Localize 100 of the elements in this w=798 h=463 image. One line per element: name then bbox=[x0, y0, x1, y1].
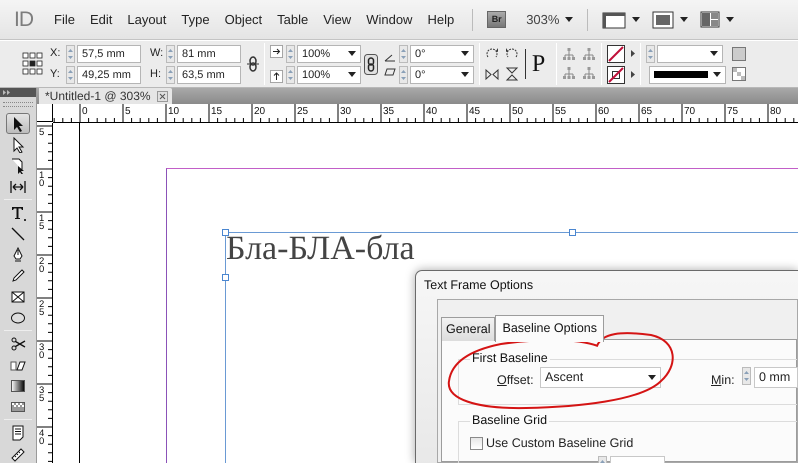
menu-item[interactable]: Object bbox=[220, 8, 268, 32]
dialog-title: Text Frame Options bbox=[424, 277, 534, 294]
field-label: H: bbox=[150, 67, 162, 82]
menu-item[interactable]: Edit bbox=[84, 8, 118, 32]
ruler-label: 35 bbox=[39, 385, 44, 404]
fill-none-swatch[interactable] bbox=[607, 44, 625, 62]
selection-tool-button[interactable] bbox=[6, 113, 30, 134]
hierarchy-icon[interactable] bbox=[562, 48, 576, 61]
menu-item[interactable]: Type bbox=[176, 8, 215, 32]
flip-vertical-icon[interactable] bbox=[505, 67, 519, 81]
dropdown-field[interactable]: 100% bbox=[297, 44, 361, 62]
input-field[interactable]: 49,25 mm bbox=[77, 66, 141, 84]
menu-item[interactable]: File bbox=[49, 8, 80, 32]
caret-icon bbox=[713, 72, 721, 77]
dialog-tab[interactable]: General bbox=[441, 317, 496, 341]
ruler-label: 0 bbox=[82, 106, 88, 117]
shadow-icon[interactable] bbox=[732, 47, 746, 61]
view-options-button[interactable] bbox=[602, 10, 640, 28]
page-tool-icon bbox=[10, 158, 26, 174]
screen-mode-button[interactable] bbox=[652, 10, 688, 28]
ruler-corner[interactable] bbox=[37, 104, 53, 122]
stroke-type-dropdown[interactable] bbox=[649, 66, 726, 84]
bridge-button[interactable]: Br bbox=[487, 11, 506, 28]
ruler-label: 5 bbox=[39, 127, 44, 138]
ruler-label: 25 bbox=[39, 299, 44, 318]
caret-icon bbox=[710, 51, 718, 56]
line-tool-icon bbox=[10, 226, 26, 242]
close-icon[interactable] bbox=[156, 90, 168, 102]
screen-mode-icon bbox=[652, 10, 674, 28]
ruler-label: 30 bbox=[39, 342, 44, 361]
stroke-none-swatch[interactable] bbox=[607, 66, 625, 84]
menu-item[interactable]: Layout bbox=[122, 8, 172, 32]
menu-item[interactable]: Window bbox=[361, 8, 418, 32]
type-tool-icon bbox=[10, 204, 26, 220]
ellipse-tool-icon bbox=[10, 310, 26, 326]
select-container-button[interactable]: P bbox=[525, 49, 551, 79]
caret-icon bbox=[565, 17, 574, 22]
stroke-weight-field[interactable] bbox=[657, 44, 723, 62]
app-logo: ID bbox=[14, 6, 33, 33]
ruler-label: 10 bbox=[39, 170, 44, 189]
checker-icon[interactable] bbox=[732, 67, 746, 81]
dialog-tab[interactable]: Baseline Options bbox=[495, 315, 604, 342]
ruler-label: 40 bbox=[39, 428, 44, 447]
ruler-label: 25 bbox=[297, 106, 308, 117]
ruler-label: 50 bbox=[512, 106, 524, 117]
hierarchy-icon[interactable] bbox=[582, 48, 596, 61]
input-field[interactable]: 81 mm bbox=[177, 44, 241, 62]
offset-dropdown[interactable]: Ascent bbox=[540, 367, 661, 388]
field-label: Offset: bbox=[497, 372, 534, 389]
layout-grid-icon bbox=[700, 11, 720, 28]
ruler-label: 45 bbox=[469, 106, 480, 117]
caret-icon bbox=[348, 72, 356, 77]
checkbox-label: Use Custom Baseline Grid bbox=[486, 435, 634, 452]
collapse-icon[interactable] bbox=[3, 90, 11, 95]
frame-handle[interactable] bbox=[569, 229, 576, 236]
caret-icon bbox=[726, 17, 734, 22]
frame-handle[interactable] bbox=[222, 274, 229, 281]
scale-height-icon[interactable] bbox=[270, 70, 283, 83]
input-field[interactable]: 63,5 mm bbox=[177, 66, 241, 84]
chain-link-button[interactable] bbox=[364, 54, 378, 74]
menu-arrow-icon[interactable] bbox=[631, 50, 635, 57]
arrange-documents-button[interactable] bbox=[700, 11, 734, 28]
checkbox[interactable] bbox=[470, 436, 483, 450]
scissors-tool-icon bbox=[10, 336, 26, 352]
hierarchy-icon[interactable] bbox=[562, 67, 576, 80]
ruler-label: 35 bbox=[383, 106, 394, 117]
caret-icon bbox=[680, 17, 688, 22]
caret-icon bbox=[348, 51, 356, 56]
menu-item[interactable]: View bbox=[318, 8, 356, 32]
ruler-label: 10 bbox=[168, 106, 180, 117]
reference-point-icon[interactable] bbox=[22, 52, 44, 76]
ruler-label: 55 bbox=[555, 106, 566, 117]
ruler-label: 15 bbox=[211, 106, 222, 117]
ruler-label: 75 bbox=[727, 106, 738, 117]
dropdown-field[interactable]: 100% bbox=[297, 66, 361, 84]
input-field[interactable]: 57,5 mm bbox=[77, 44, 141, 62]
dropdown-field[interactable]: 0° bbox=[410, 66, 474, 84]
caret-icon bbox=[461, 72, 469, 77]
frame-handle[interactable] bbox=[222, 229, 229, 236]
hierarchy-icon[interactable] bbox=[582, 67, 596, 80]
ruler-label: 70 bbox=[684, 106, 696, 117]
measure-tool-icon bbox=[10, 446, 26, 462]
link-icon[interactable] bbox=[247, 56, 259, 72]
caret-icon bbox=[648, 375, 656, 380]
zoom-dropdown[interactable]: 303% bbox=[520, 10, 580, 30]
frame-tool-icon bbox=[10, 288, 26, 304]
ruler-label: 65 bbox=[641, 106, 652, 117]
document-tab[interactable]: *Untitled-1 @ 303% bbox=[39, 88, 172, 104]
flip-horizontal-icon[interactable] bbox=[485, 67, 499, 81]
field-label: Y: bbox=[50, 67, 61, 82]
menu-item[interactable]: Help bbox=[422, 8, 460, 32]
ruler-label: 15 bbox=[39, 213, 44, 232]
scale-width-icon[interactable] bbox=[270, 45, 283, 58]
dropdown-field[interactable]: 0° bbox=[410, 44, 474, 62]
pencil-tool-icon bbox=[10, 268, 26, 284]
menu-item[interactable]: Table bbox=[272, 8, 314, 32]
shear-angle-icon[interactable] bbox=[384, 68, 396, 76]
input-field[interactable]: 0 mm bbox=[754, 367, 798, 388]
menu-arrow-icon[interactable] bbox=[631, 71, 635, 78]
rotate-angle-icon[interactable] bbox=[384, 52, 396, 62]
